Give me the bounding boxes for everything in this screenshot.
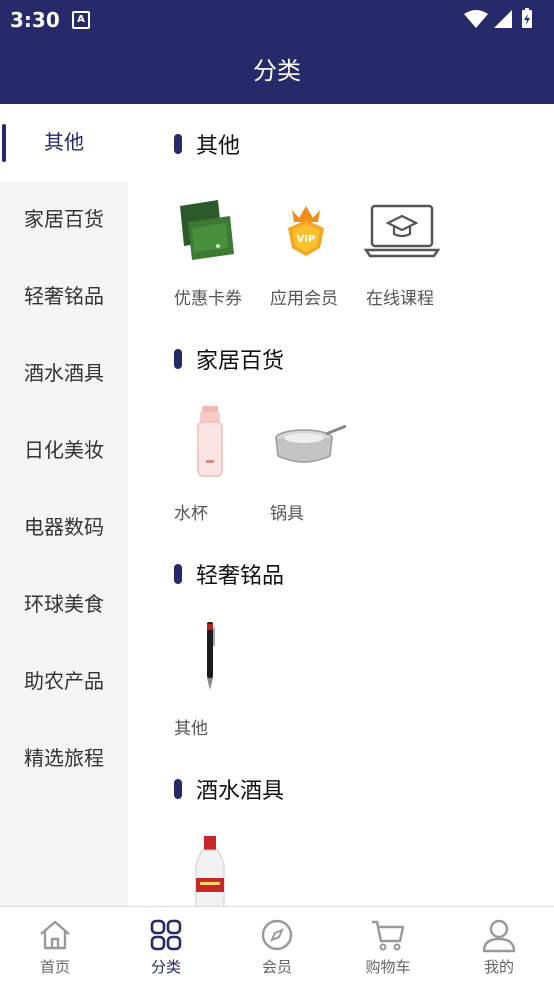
wifi-signal-battery-icon: [464, 8, 532, 28]
status-icons: [462, 8, 542, 34]
category-item-label: 应用会员: [270, 289, 338, 309]
category-item-label: 锅具: [270, 504, 304, 524]
category-content: 其他 优惠卡券 VIP 应用会员 在线课程 家居百货 水杯 锅具 轻奢铭品 其他…: [128, 104, 554, 906]
tab-label: 会员: [261, 958, 292, 976]
bottom-tab-bar: 首页 分类 会员 购物车 我的: [0, 906, 554, 985]
sidebar-item-luxury[interactable]: 轻奢铭品: [0, 258, 128, 335]
section-title: 轻奢铭品: [196, 564, 285, 589]
sidebar-item-liquor[interactable]: 酒水酒具: [0, 335, 128, 412]
tab-home[interactable]: 首页: [0, 907, 110, 985]
app-bar: 分类: [0, 38, 554, 104]
sidebar-item-label: 家居百货: [24, 207, 104, 231]
sidebar-item-label: 其他: [44, 130, 84, 154]
water-bottle-image: [197, 406, 223, 477]
sidebar-item-electronics[interactable]: 电器数码: [0, 489, 128, 566]
compass-icon: [261, 919, 293, 951]
page-title: 分类: [253, 57, 301, 85]
sidebar-item-label: 环球美食: [24, 592, 104, 616]
laptop-course-icon: [363, 204, 441, 258]
svg-text:VIP: VIP: [297, 234, 316, 245]
sidebar-item-label: 轻奢铭品: [24, 284, 104, 308]
tab-membership[interactable]: 会员: [222, 907, 332, 985]
sidebar-item-travel[interactable]: 精选旅程: [0, 720, 128, 797]
section-title: 其他: [196, 134, 241, 159]
section-marker: [174, 134, 182, 154]
category-item-label: 在线课程: [366, 289, 434, 309]
pen-image: [207, 622, 215, 690]
category-grid-icon: [150, 919, 182, 951]
tab-profile[interactable]: 我的: [444, 907, 554, 985]
cart-icon: [372, 920, 405, 951]
status-time: 3:30: [10, 8, 60, 32]
sidebar-item-global-food[interactable]: 环球美食: [0, 566, 128, 643]
section-title: 酒水酒具: [196, 779, 285, 804]
category-item-label: 其他: [174, 719, 208, 739]
tab-label: 分类: [150, 958, 181, 976]
category-item-label: 水杯: [174, 504, 208, 524]
tab-cart[interactable]: 购物车: [333, 907, 443, 985]
user-icon: [482, 919, 516, 953]
vip-crown-image: VIP: [288, 206, 324, 256]
notification-icon: A: [72, 11, 90, 29]
sidebar-item-label: 日化美妆: [24, 438, 104, 462]
sidebar-item-cosmetics[interactable]: 日化美妆: [0, 412, 128, 489]
sidebar-item-label: 电器数码: [24, 515, 104, 539]
home-icon: [40, 920, 70, 950]
tab-label: 我的: [483, 958, 514, 976]
sidebar-item-other[interactable]: 其他: [0, 104, 128, 181]
sidebar-item-farm-products[interactable]: 助农产品: [0, 643, 128, 720]
sidebar-item-label: 精选旅程: [24, 746, 104, 770]
sidebar-item-label: 助农产品: [24, 669, 104, 693]
section-marker: [174, 349, 182, 369]
tab-category[interactable]: 分类: [111, 907, 221, 985]
category-item-label: 优惠卡券: [174, 289, 242, 309]
tab-label: 首页: [39, 958, 70, 976]
sidebar-item-home-goods[interactable]: 家居百货: [0, 181, 128, 258]
section-marker: [174, 779, 182, 799]
section-title: 家居百货: [196, 349, 285, 374]
coupon-card-image: [180, 200, 234, 260]
cooking-pot-image: [275, 424, 347, 463]
sidebar-item-label: 酒水酒具: [24, 361, 104, 385]
category-sidebar: 其他 家居百货 轻奢铭品 酒水酒具 日化美妆 电器数码 环球美食 助农产品 精选…: [0, 104, 128, 906]
liquor-bottle-image: [195, 836, 225, 906]
section-marker: [174, 564, 182, 584]
tab-label: 购物车: [365, 958, 411, 976]
status-bar: 3:30 A: [0, 0, 554, 38]
